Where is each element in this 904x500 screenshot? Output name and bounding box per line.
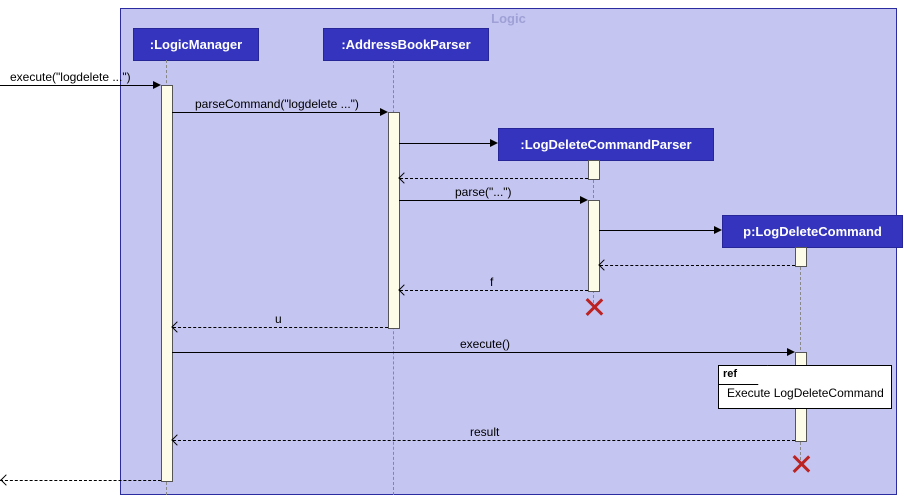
msg-result: result [470, 425, 499, 439]
arrow-head [380, 108, 388, 116]
ref-text: Execute LogDeleteCommand [727, 386, 884, 400]
arrow-head [0, 474, 11, 485]
activation-ldcp-1 [588, 160, 600, 180]
arrow-head [787, 348, 795, 356]
arrow-parse-command [172, 112, 382, 113]
arrow-return-ldc-create [600, 265, 795, 266]
arrow-head [153, 81, 161, 89]
log-delete-cmd-box: p:LogDeleteCommand [722, 215, 903, 248]
participant-label: :LogDeleteCommandParser [520, 137, 691, 152]
arrow-head [714, 226, 722, 234]
msg-parse: parse("...") [455, 185, 512, 199]
log-delete-parser-box: :LogDeleteCommandParser [498, 128, 714, 161]
arrow-create-ldc [599, 230, 716, 231]
ref-box: ref Execute LogDeleteCommand [718, 365, 892, 409]
arrow-create-ldcp [399, 143, 492, 144]
msg-parse-command: parseCommand("logdelete ...") [195, 97, 359, 111]
arrow-return-u [173, 327, 388, 328]
activation-ldcp-2 [588, 200, 600, 292]
arrow-execute-in [0, 85, 154, 86]
participant-label: :LogicManager [150, 37, 242, 52]
arrow-return-ldcp-create [400, 178, 588, 179]
destroy-icon [792, 455, 810, 473]
msg-execute-in: execute("logdelete ...") [10, 70, 131, 84]
arrow-head [580, 196, 588, 204]
arrow-result [173, 440, 795, 441]
address-book-parser-box: :AddressBookParser [323, 28, 489, 61]
arrow-parse [399, 200, 582, 201]
activation-ldc-1 [795, 247, 807, 267]
participant-label: p:LogDeleteCommand [743, 224, 882, 239]
arrow-return-f [400, 290, 588, 291]
msg-execute: execute() [460, 337, 510, 351]
participant-label: :AddressBookParser [341, 37, 470, 52]
frame-label: Logic [491, 11, 526, 26]
msg-return-f: f [490, 275, 493, 289]
destroy-icon [585, 298, 603, 316]
activation-abp [388, 112, 400, 329]
activation-lm [161, 85, 173, 482]
arrow-head [490, 139, 498, 147]
ref-label: ref [718, 365, 768, 385]
msg-return-u: u [275, 312, 282, 326]
logic-frame: Logic [120, 8, 897, 495]
arrow-execute [172, 352, 789, 353]
logic-manager-box: :LogicManager [133, 28, 259, 61]
arrow-return-out [0, 480, 161, 481]
